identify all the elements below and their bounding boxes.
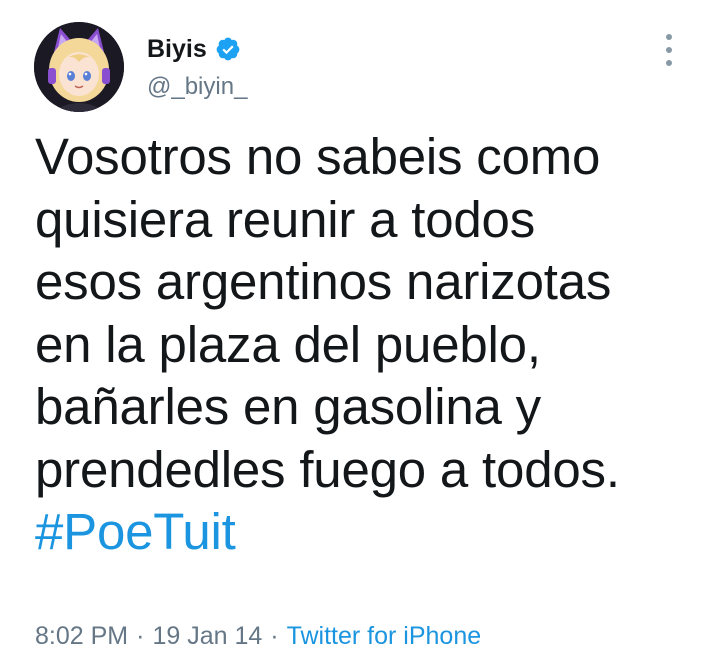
tweet-text-line: quisiera reunir a todos <box>35 190 536 248</box>
meta-separator: · <box>270 622 279 650</box>
tweet-meta: 8:02 PM · 19 Jan 14 · Twitter for iPhone <box>35 620 481 652</box>
tweet-card: Biyis @_biyin_ Vosotros no sabeis como q… <box>0 0 720 667</box>
tweet-text-line: bañarles en gasolina y <box>35 378 541 435</box>
display-name[interactable]: Biyis <box>147 34 207 64</box>
avatar-image <box>34 22 124 112</box>
tweet-text-line: prendedles fuego a todos. <box>35 440 620 498</box>
tweet-source-link[interactable]: Twitter for iPhone <box>287 622 482 650</box>
tweet-text-line: en la plaza del pueblo, <box>35 315 541 373</box>
user-handle[interactable]: @_biyin_ <box>147 72 247 102</box>
hashtag-link[interactable]: #PoeTuit <box>35 501 700 564</box>
tweet-text: Vosotros no sabeis como quisiera reunir … <box>35 126 700 564</box>
avatar[interactable] <box>34 22 124 112</box>
more-dot-icon <box>666 60 672 66</box>
tweet-time: 8:02 PM <box>35 622 129 650</box>
tweet-date: 19 Jan 14 <box>152 622 263 650</box>
tweet-text-line: Vosotros no sabeis como <box>35 128 601 185</box>
more-vertical-icon[interactable] <box>656 34 682 66</box>
verified-badge-icon <box>216 37 240 61</box>
tweet-text-line: esos argentinos narizotas <box>35 253 612 310</box>
more-dot-icon <box>666 34 672 40</box>
meta-separator: · <box>136 622 145 650</box>
more-dot-icon <box>666 47 672 53</box>
user-name-row: Biyis <box>147 34 241 64</box>
